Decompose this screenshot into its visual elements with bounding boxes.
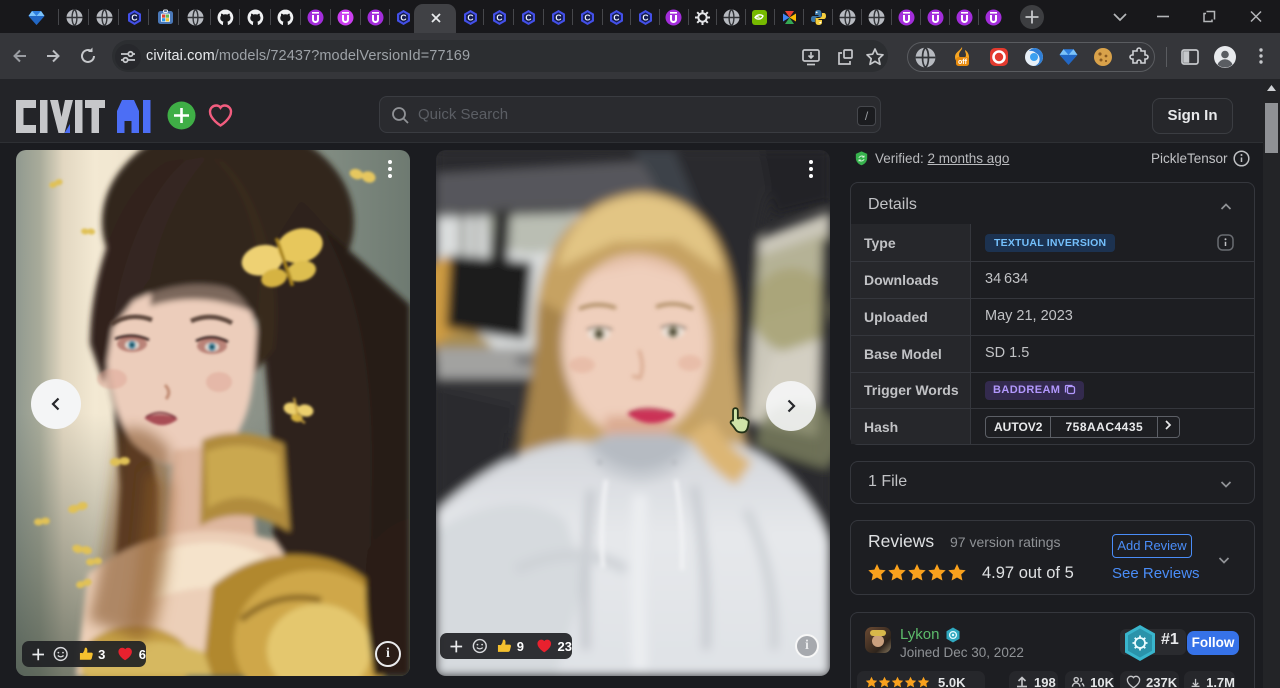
svg-text:off: off <box>958 59 968 66</box>
